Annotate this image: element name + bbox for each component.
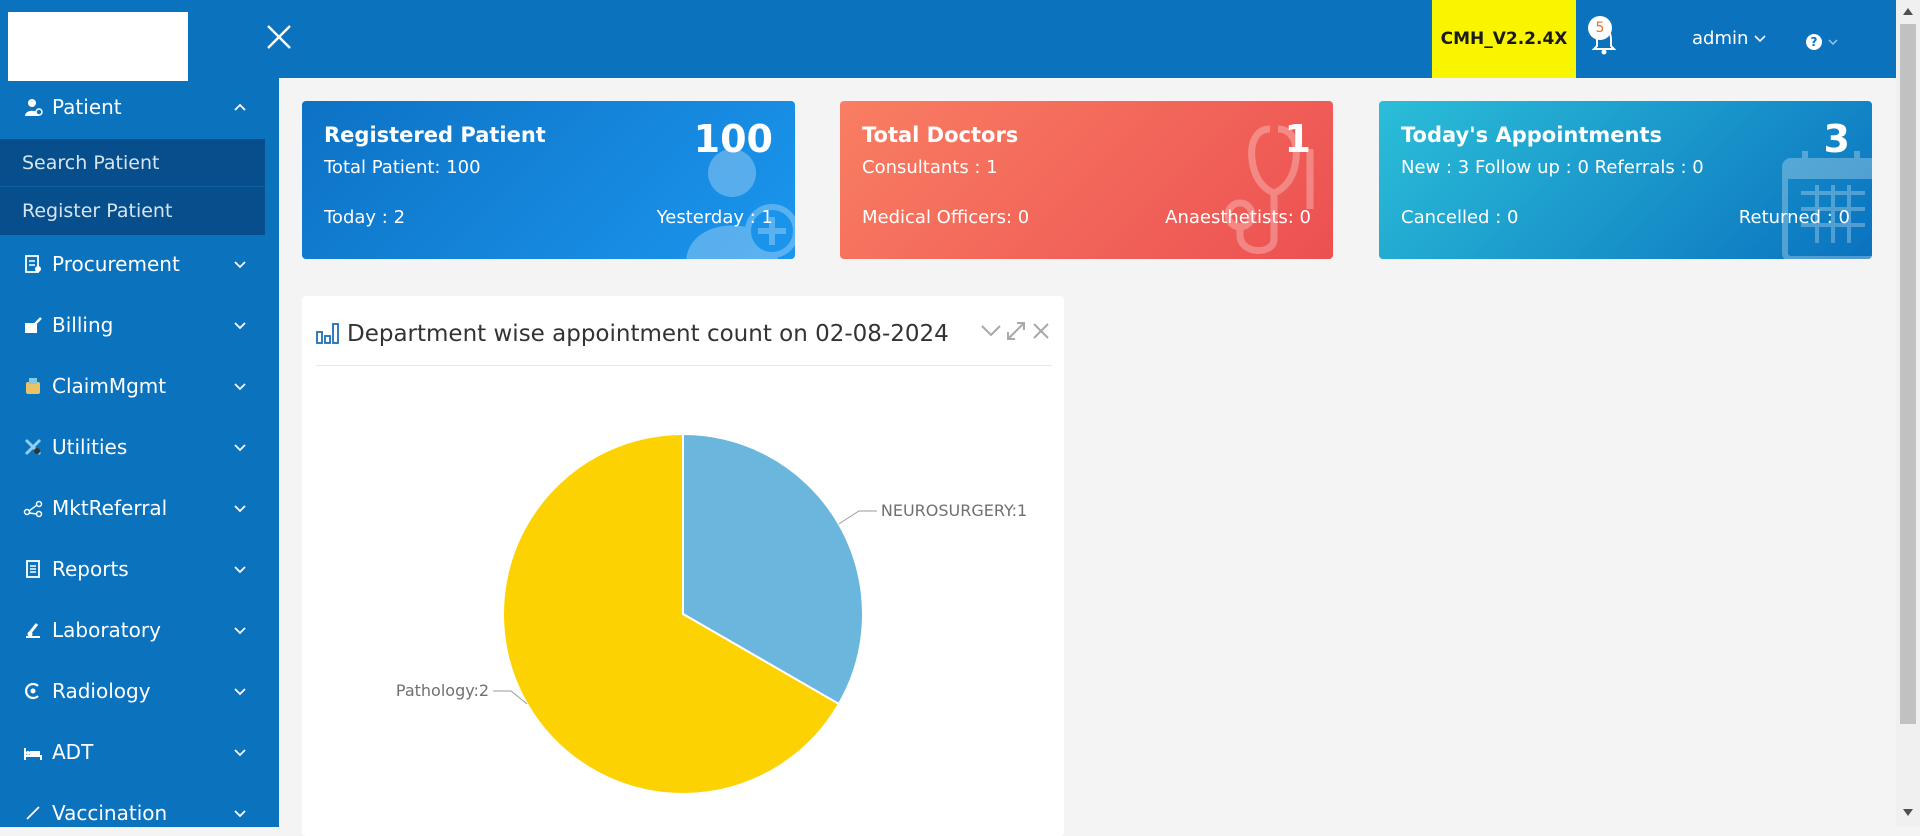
close-icon[interactable] (1032, 322, 1050, 340)
panel-title: Department wise appointment count on 02-… (347, 321, 949, 347)
scroll-down-icon[interactable] (1902, 808, 1914, 818)
chevron-down-icon (234, 627, 246, 635)
sidebar-item-label: Patient (52, 95, 122, 119)
sidebar-item-label: Reports (52, 557, 129, 581)
chevron-down-icon (234, 444, 246, 452)
sidebar-item-laboratory[interactable]: Laboratory (0, 606, 279, 654)
chevron-down-icon (234, 322, 246, 330)
chevron-down-icon (234, 261, 246, 269)
sidebar-item-reports[interactable]: Reports (0, 545, 279, 593)
adt-icon (22, 741, 44, 763)
user-name: admin (1692, 28, 1749, 49)
scrollbar-thumb[interactable] (1900, 24, 1916, 724)
billing-icon (22, 314, 44, 336)
pie-chart: NEUROSURGERY:1 Pathology:2 (396, 432, 1027, 795)
sidebar-item-label: Billing (52, 313, 114, 337)
sidebar-item-claimmgmt[interactable]: ClaimMgmt (0, 362, 279, 410)
sidebar: Patient Search Patient Register Patient … (0, 78, 279, 827)
card-title: Today's Appointments (1401, 123, 1662, 147)
card-today: Today : 2 (324, 207, 406, 228)
sidebar-item-radiology[interactable]: Radiology (0, 667, 279, 715)
sidebar-item-procurement[interactable]: Procurement (0, 240, 279, 288)
pie-label: NEUROSURGERY:1 (881, 501, 1027, 520)
sidebar-item-label: ClaimMgmt (52, 374, 167, 398)
chevron-down-icon (234, 505, 246, 513)
card-subtitle: Total Patient: 100 (324, 157, 481, 178)
sidebar-item-utilities[interactable]: Utilities (0, 423, 279, 471)
user-menu[interactable]: admin (1692, 28, 1766, 49)
reports-icon (22, 558, 44, 580)
card-anaesthetists: Anaesthetists: 0 (1165, 207, 1311, 228)
card-count: 100 (693, 117, 773, 161)
sidebar-item-label: Radiology (52, 679, 151, 703)
bar-chart-icon (316, 323, 339, 344)
close-sidebar-icon[interactable] (264, 22, 294, 52)
help-menu[interactable]: ? (1806, 34, 1838, 50)
card-title: Registered Patient (324, 123, 546, 147)
sidebar-item-label: MktReferral (52, 496, 168, 520)
referral-icon (22, 497, 44, 519)
claim-icon (22, 375, 44, 397)
expand-icon[interactable] (1006, 321, 1026, 341)
chevron-up-icon (234, 103, 246, 111)
sidebar-item-label: ADT (52, 740, 94, 764)
scrollbar[interactable] (1896, 0, 1920, 827)
collapse-icon[interactable] (980, 323, 1002, 339)
logo (8, 12, 188, 81)
sidebar-item-patient[interactable]: Patient (0, 83, 279, 131)
radiology-icon (22, 680, 44, 702)
version-label: CMH_V2.2.4X (1432, 0, 1576, 78)
sidebar-item-label: Laboratory (52, 618, 161, 642)
top-bar: CMH_V2.2.4X 5 admin ? (0, 0, 1896, 78)
help-icon: ? (1806, 34, 1822, 50)
todays-appointments-card[interactable]: Today's Appointments 3 New : 3 Follow up… (1379, 101, 1872, 259)
chevron-down-icon (234, 383, 246, 391)
patient-icon (22, 96, 44, 118)
pie-label: Pathology:2 (396, 681, 489, 700)
sidebar-item-vaccination[interactable]: Vaccination (0, 789, 279, 827)
sidebar-item-mktreferral[interactable]: MktReferral (0, 484, 279, 532)
calendar-icon (1782, 151, 1872, 259)
chevron-down-icon (234, 749, 246, 757)
chevron-down-icon (1828, 39, 1838, 45)
chevron-down-icon (1754, 34, 1766, 42)
scroll-up-icon[interactable] (1902, 6, 1914, 16)
department-appointment-panel: Department wise appointment count on 02-… (302, 296, 1064, 836)
card-cancelled: Cancelled : 0 (1401, 207, 1519, 228)
card-subtitle: Consultants : 1 (862, 157, 998, 178)
pie-leader-line (838, 510, 877, 525)
chevron-down-icon (234, 688, 246, 696)
registered-patient-card[interactable]: Registered Patient 100 Total Patient: 10… (302, 101, 795, 259)
utilities-icon (22, 436, 44, 458)
card-count: 3 (1823, 117, 1850, 161)
sidebar-item-adt[interactable]: ADT (0, 728, 279, 776)
notification-badge: 5 (1588, 16, 1612, 40)
card-returned: Returned : 0 (1738, 207, 1850, 228)
sidebar-subitem-search-patient[interactable]: Search Patient (0, 139, 265, 187)
card-yesterday: Yesterday : 1 (656, 207, 773, 228)
card-medical-officers: Medical Officers: 0 (862, 207, 1030, 228)
sidebar-item-label: Procurement (52, 252, 180, 276)
chevron-down-icon (234, 566, 246, 574)
chevron-down-icon (234, 810, 246, 818)
vaccination-icon (22, 802, 44, 824)
card-subtitle: New : 3 Follow up : 0 Referrals : 0 (1401, 157, 1704, 178)
laboratory-icon (22, 619, 44, 641)
sidebar-subitem-register-patient[interactable]: Register Patient (0, 187, 265, 235)
card-count: 1 (1284, 117, 1311, 161)
total-doctors-card[interactable]: Total Doctors 1 Consultants : 1 Medical … (840, 101, 1333, 259)
sidebar-item-label: Vaccination (52, 801, 168, 825)
procurement-icon (22, 253, 44, 275)
sidebar-item-label: Utilities (52, 435, 128, 459)
sidebar-item-billing[interactable]: Billing (0, 301, 279, 349)
card-title: Total Doctors (862, 123, 1019, 147)
